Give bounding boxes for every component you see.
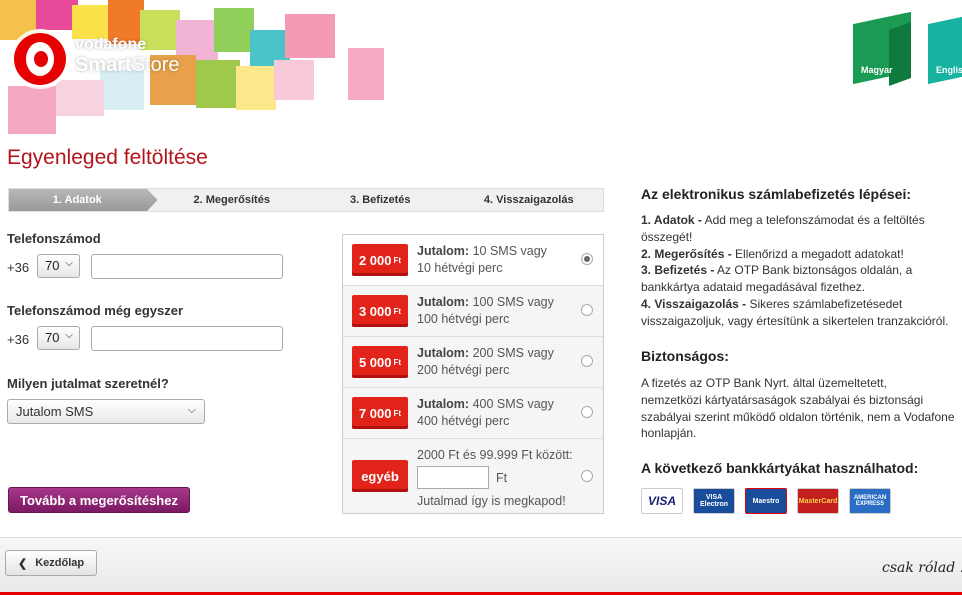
language-magyar-button[interactable]: Magyar — [853, 11, 911, 87]
decorative-cube — [348, 48, 384, 100]
decorative-cube — [236, 66, 276, 110]
home-button[interactable]: ❮ Kezdőlap — [5, 550, 97, 576]
accepted-cards: VISA VISA Electron Maestro MasterCard AM… — [641, 488, 891, 514]
offer-radio[interactable] — [581, 406, 593, 418]
phone-number-input[interactable] — [91, 254, 283, 279]
decorative-cube — [176, 20, 218, 60]
offer-7000[interactable]: 7 000 Ft Jutalom: 400 SMS vagy 400 hétvégi… — [343, 388, 603, 439]
amex-card-icon: AMERICAN EXPRESS — [849, 488, 891, 514]
custom-amount-badge: egyéb — [352, 460, 408, 492]
area-code-again-select[interactable]: 70 ⌵ — [37, 326, 80, 350]
reward-type-select[interactable]: Jutalom SMS ⌵ — [7, 399, 205, 424]
decorative-cube — [56, 80, 104, 116]
offer-radio[interactable] — [581, 304, 593, 316]
decorative-cube — [72, 5, 112, 39]
amount-badge: 3 000 Ft — [352, 295, 408, 327]
decorative-cube — [8, 86, 56, 134]
smartstore-wordmark: vodafone SmartStore — [75, 36, 180, 76]
cards-heading: A következő bankkártyákat használhatod: — [641, 460, 919, 476]
visa-card-icon: VISA — [641, 488, 683, 514]
custom-reward-note: Jutalmad így is megkapod! — [417, 494, 566, 508]
offer-radio[interactable] — [581, 470, 593, 482]
visa-electron-card-icon: VISA Electron — [693, 488, 735, 514]
vodafone-logo — [14, 33, 66, 85]
maestro-card-icon: Maestro — [745, 488, 787, 514]
offer-radio[interactable] — [581, 355, 593, 367]
custom-amount-input[interactable] — [417, 466, 489, 489]
chevron-down-icon: ⌵ — [65, 258, 73, 269]
security-text: A fizetés az OTP Bank Nyrt. által üzemel… — [641, 376, 955, 441]
area-code-select[interactable]: 70 ⌵ — [37, 254, 80, 278]
custom-range-text: 2000 Ft és 99.999 Ft között: — [417, 448, 573, 462]
step-visszaigazolas: 4. Visszaigazolás — [483, 194, 574, 206]
steps-info-text: 1. Adatok - Add meg a telefonszámodat és… — [641, 213, 949, 328]
offer-radio[interactable] — [581, 253, 593, 265]
amount-badge: 7 000 Ft — [352, 397, 408, 429]
decorative-cube — [196, 60, 240, 108]
phone-again-label: Telefonszámod még egyszer — [7, 303, 184, 318]
step-adatok: 1. Adatok — [9, 189, 158, 211]
slogan: csak rólad . — [882, 560, 962, 576]
footer: ❮ Kezdőlap csak rólad . — [0, 537, 962, 595]
country-prefix: +36 — [7, 332, 30, 347]
page-title: Egyenleged feltöltése — [7, 146, 208, 169]
security-heading: Biztonságos: — [641, 348, 729, 364]
topup-offer-list: 2 000 Ft Jutalom: 10 SMS vagy 10 hétvégi p… — [342, 234, 604, 514]
steps-info-heading: Az elektronikus számlabefizetés lépései: — [641, 186, 911, 202]
offer-2000[interactable]: 2 000 Ft Jutalom: 10 SMS vagy 10 hétvégi p… — [343, 235, 603, 286]
decorative-cube — [274, 60, 314, 100]
offer-description: Jutalom: 10 SMS vagy 10 hétvégi perc — [417, 244, 547, 275]
chevron-left-icon: ❮ — [18, 557, 28, 570]
chevron-down-icon: ⌵ — [187, 404, 196, 416]
offer-description: Jutalom: 100 SMS vagy 100 hétvégi perc — [417, 295, 554, 326]
offer-description: Jutalom: 400 SMS vagy 400 hétvégi perc — [417, 397, 554, 428]
mastercard-card-icon: MasterCard — [797, 488, 839, 514]
language-english-button[interactable]: English — [928, 11, 962, 85]
decorative-cube — [285, 14, 335, 58]
amount-badge: 2 000 Ft — [352, 244, 408, 276]
offer-5000[interactable]: 5 000 Ft Jutalom: 200 SMS vagy 200 hétvégi… — [343, 337, 603, 388]
offer-custom[interactable]: egyéb 2000 Ft és 99.999 Ft között: Ft Ju… — [343, 439, 603, 513]
chevron-down-icon: ⌵ — [65, 330, 73, 341]
decorative-cube — [100, 70, 144, 110]
offer-description: Jutalom: 200 SMS vagy 200 hétvégi perc — [417, 346, 554, 377]
phone-number-again-input[interactable] — [91, 326, 283, 351]
offer-3000[interactable]: 3 000 Ft Jutalom: 100 SMS vagy 100 hétvégi… — [343, 286, 603, 337]
next-button[interactable]: Tovább a megerősítéshez — [8, 487, 190, 513]
step-befizetes: 3. Befizetés — [349, 194, 411, 206]
reward-label: Milyen jutalmat szeretnél? — [7, 376, 169, 391]
custom-amount-unit: Ft — [496, 471, 508, 485]
step-megerosites: 2. Megerősítés — [193, 194, 270, 206]
decorative-cube — [214, 8, 254, 52]
progress-steps: 1. Adatok 2. Megerősítés 3. Befizetés 4.… — [8, 188, 604, 212]
phone-label: Telefonszámod — [7, 231, 101, 246]
country-prefix: +36 — [7, 260, 30, 275]
header: vodafone SmartStore Magyar English — [0, 0, 962, 140]
amount-badge: 5 000 Ft — [352, 346, 408, 378]
